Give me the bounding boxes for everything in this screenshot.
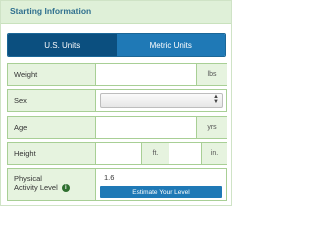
weight-input[interactable] [97, 64, 196, 85]
height-feet-unit: ft. [141, 143, 170, 164]
height-inches-unit: in. [201, 143, 227, 164]
section-title: Starting Information [10, 6, 92, 16]
height-feet-input[interactable] [97, 143, 141, 164]
activity-row: Physical Activity Level i 1.6 Estimate Y… [7, 168, 227, 201]
estimate-level-button[interactable]: Estimate Your Level [100, 186, 222, 198]
starting-information-panel: Starting Information U.S. Units Metric U… [0, 0, 232, 206]
age-label: Age [8, 117, 96, 138]
weight-unit: lbs [196, 64, 227, 85]
select-arrows-icon: ▲ ▼ [213, 94, 219, 105]
sex-row: Sex ▲ ▼ [7, 89, 227, 112]
sex-label: Sex [8, 90, 96, 111]
age-unit: yrs [196, 117, 227, 138]
tab-us-units[interactable]: U.S. Units [8, 34, 117, 56]
tab-metric-units[interactable]: Metric Units [116, 34, 225, 56]
activity-label: Physical Activity Level i [8, 169, 96, 200]
age-row: Age yrs [7, 116, 227, 139]
weight-row: Weight lbs [7, 63, 227, 86]
activity-level-input[interactable]: 1.6 [104, 173, 114, 182]
height-label: Height [8, 143, 96, 164]
height-row: Height ft. in. [7, 142, 227, 165]
unit-toggle: U.S. Units Metric Units [7, 33, 226, 57]
sex-select[interactable]: ▲ ▼ [100, 93, 223, 108]
activity-label-line1: Physical [14, 174, 42, 183]
weight-label: Weight [8, 64, 96, 85]
info-icon[interactable]: i [61, 184, 70, 193]
age-input[interactable] [97, 117, 196, 138]
height-inches-input[interactable] [169, 143, 201, 164]
section-header: Starting Information [1, 1, 231, 24]
activity-label-line2: Activity Level [14, 183, 58, 192]
